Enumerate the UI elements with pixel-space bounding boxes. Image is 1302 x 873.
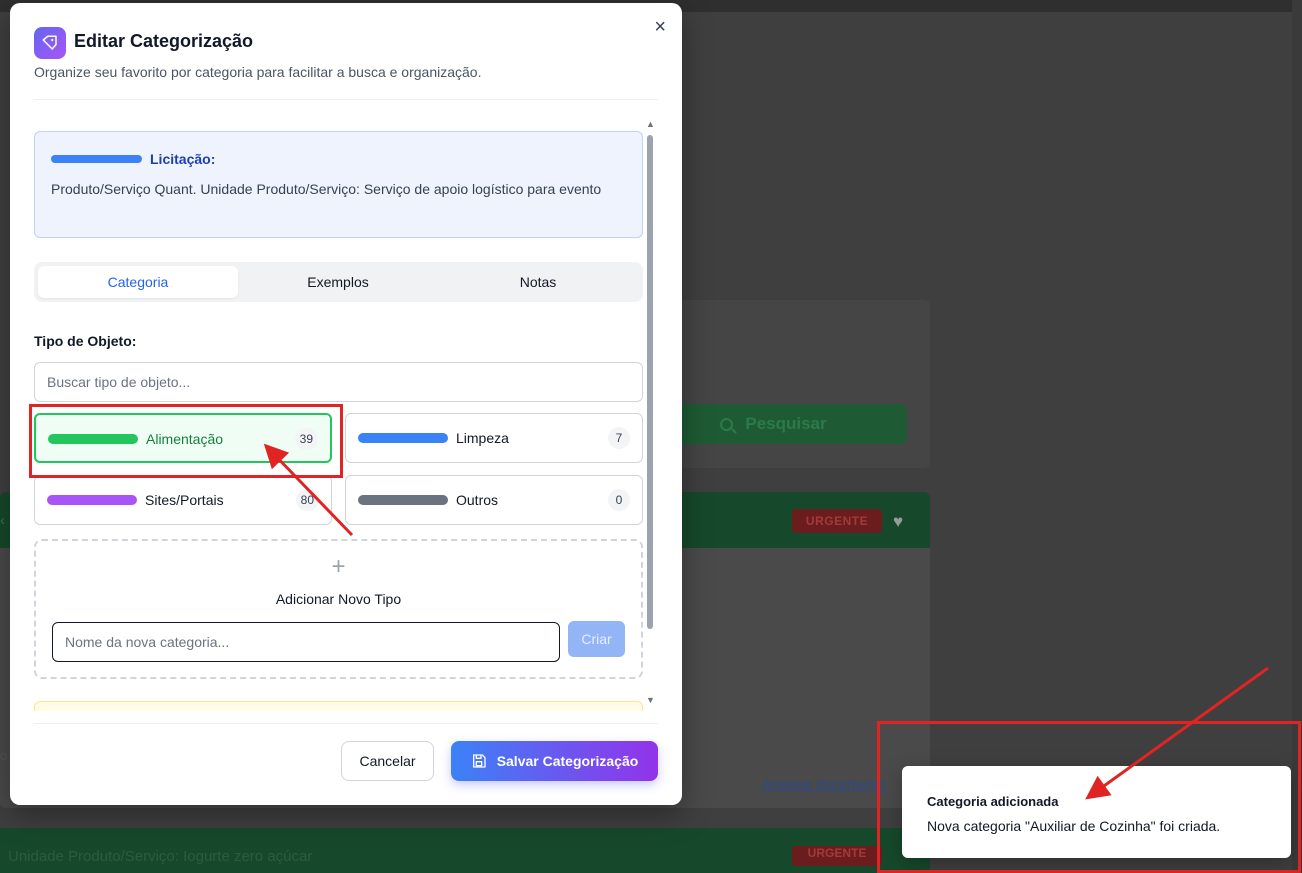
footer-divider: [34, 723, 658, 724]
type-color-bar: [47, 495, 137, 505]
background-card-edge-text: o: [0, 748, 8, 763]
background-card-edge-glyph: ‹: [0, 512, 5, 529]
modal-title: Editar Categorização: [74, 31, 254, 51]
tab-exemplos[interactable]: Exemplos: [238, 266, 438, 298]
scroll-up-arrow-icon[interactable]: ▲: [646, 119, 655, 129]
background-urgent-badge: URGENTE: [792, 509, 882, 533]
background-urgent-badge-2: URGENTE: [792, 846, 882, 866]
save-icon: [472, 754, 486, 768]
annotation-box-selected-type: [29, 404, 343, 478]
background-card2-text: Unidade Produto/Serviço: Iogurte zero aç…: [8, 848, 313, 865]
tag-icon: [34, 27, 66, 59]
new-category-input[interactable]: [52, 622, 560, 662]
type-search-input[interactable]: [34, 362, 643, 402]
info-text: Produto/Serviço Quant. Unidade Produto/S…: [51, 181, 602, 197]
notes-section-peek: [34, 701, 643, 711]
create-button[interactable]: Criar: [568, 621, 625, 657]
info-color-bar: [51, 155, 142, 163]
background-document-link: Acessar documento: [762, 776, 886, 792]
type-card-outros[interactable]: Outros 0: [345, 475, 643, 525]
cancel-button[interactable]: Cancelar: [341, 741, 434, 781]
type-card-sites-portais[interactable]: Sites/Portais 80: [34, 475, 332, 525]
plus-icon: +: [331, 553, 346, 580]
scroll-down-arrow-icon[interactable]: ▼: [646, 695, 655, 705]
background-search-label: Pesquisar: [745, 414, 827, 433]
scroll-thumb[interactable]: [647, 135, 653, 629]
header-divider: [34, 99, 658, 100]
tab-notas[interactable]: Notas: [438, 266, 638, 298]
info-label: Licitação:: [150, 151, 216, 167]
type-section-label: Tipo de Objeto:: [34, 333, 137, 349]
tab-bar: Categoria Exemplos Notas: [34, 262, 643, 302]
add-new-type-title: Adicionar Novo Tipo: [275, 591, 402, 607]
modal-subtitle: Organize seu favorito por categoria para…: [34, 64, 482, 80]
type-color-bar: [358, 495, 448, 505]
type-label: Sites/Portais: [145, 492, 224, 508]
tab-categoria[interactable]: Categoria: [38, 266, 238, 298]
type-count-badge: 7: [608, 427, 630, 449]
type-count-badge: 0: [608, 489, 630, 511]
heart-icon: ♥: [893, 512, 904, 531]
annotation-box-toast: [877, 721, 1301, 873]
type-color-bar: [358, 433, 448, 443]
type-label: Limpeza: [456, 430, 509, 446]
close-icon[interactable]: ×: [654, 17, 666, 37]
licitacao-info-box: Licitação: Produto/Serviço Quant. Unidad…: [34, 131, 643, 238]
add-new-type-box: + Adicionar Novo Tipo Criar: [34, 539, 643, 679]
type-label: Outros: [456, 492, 499, 508]
type-count-badge: 80: [295, 489, 319, 511]
modal-scrollbar[interactable]: ▲ ▼: [646, 119, 655, 711]
search-icon: [720, 417, 734, 431]
type-card-limpeza[interactable]: Limpeza 7: [345, 413, 643, 463]
save-button-label: Salvar Categorização: [496, 753, 639, 769]
save-categorization-button[interactable]: Salvar Categorização: [451, 741, 658, 781]
